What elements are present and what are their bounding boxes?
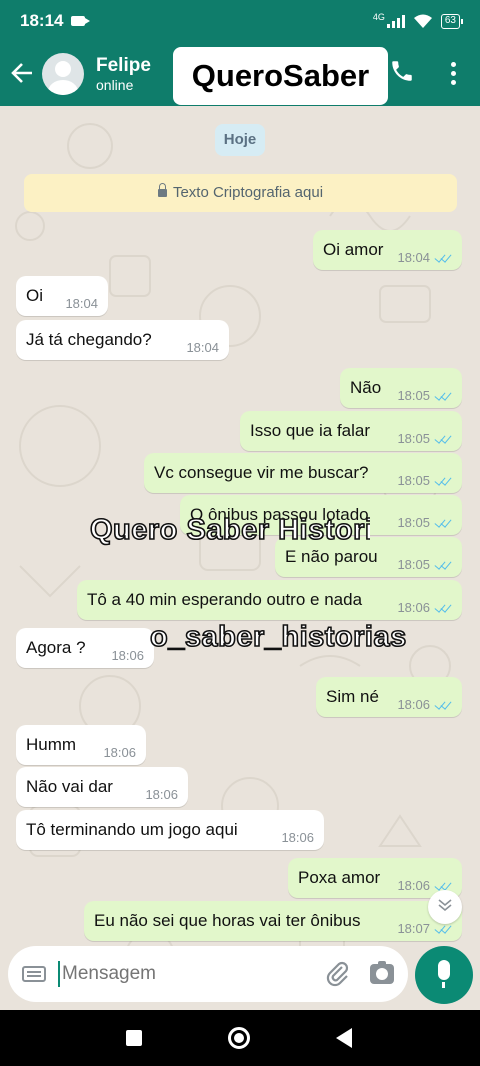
message-time: 18:04 [397,249,431,265]
more-vert-icon[interactable] [446,62,460,88]
message-text: Agora ? [26,638,86,657]
lock-icon [157,183,167,197]
message-text: Não [350,378,382,397]
read-ticks-icon [434,602,452,613]
message-bubble[interactable]: Oi amor 18:04 [313,230,462,270]
message-bubble[interactable]: Tô a 40 min esperando outro e nada 18:06 [77,580,462,620]
message-bubble[interactable]: Humm 18:06 [16,725,146,765]
message-bubble[interactable]: O ônibus passou lotado 18:05 [180,495,462,535]
contact-name: Felipe [96,55,151,76]
message-text: Oi [26,286,43,305]
message-bubble[interactable]: Já tá chegando? 18:04 [16,320,229,360]
message-text: Oi amor [323,240,384,259]
read-ticks-icon [434,475,452,486]
network-type: 4G [372,12,385,22]
message-text: Tô a 40 min esperando outro e nada [87,590,363,609]
message-bubble[interactable]: E não parou 18:05 [275,537,462,577]
read-ticks-icon [434,880,452,891]
message-bubble[interactable]: Vc consegue vir me buscar? 18:05 [144,453,462,493]
message-time: 18:06 [397,696,430,712]
message-time: 18:05 [397,387,430,403]
text-cursor [58,961,60,987]
message-bubble[interactable]: Oi 18:04 [16,276,108,316]
read-ticks-icon [434,699,452,710]
message-time: 18:06 [397,877,430,893]
message-time: 18:04 [65,295,98,311]
avatar[interactable] [42,53,84,95]
recent-apps-icon[interactable] [126,1030,142,1046]
message-text: Humm [26,735,77,754]
message-bubble[interactable]: Isso que ia falar 18:05 [240,411,462,451]
message-time: 18:05 [397,514,430,530]
message-text: Sim né [326,687,379,706]
message-bubble[interactable]: Sim né 18:06 [316,677,462,717]
keyboard-icon[interactable] [22,966,46,982]
message-time: 18:05 [397,556,430,572]
message-text: Eu não sei que horas vai ter ônibus [94,911,361,930]
camera-icon[interactable] [370,961,394,984]
phone-icon[interactable] [389,58,415,86]
read-ticks-icon [434,433,452,444]
read-ticks-icon [434,390,452,401]
message-bubble[interactable]: Tô terminando um jogo aqui 18:06 [16,810,324,850]
mic-icon [438,960,450,988]
message-bubble[interactable]: Agora ? 18:06 [16,628,154,668]
status-time: 18:14 [20,11,64,30]
message-text: Tô terminando um jogo aqui [26,820,238,839]
message-time: 18:06 [111,647,144,663]
message-composer [8,946,408,1002]
system-nav-bar [0,1010,480,1066]
message-time: 18:06 [103,744,136,760]
contact-status: online [96,77,134,93]
read-ticks-icon [434,923,452,934]
message-text: E não parou [285,547,378,566]
message-time: 18:06 [397,599,430,615]
signal-icon [386,14,405,28]
message-bubble[interactable]: Eu não sei que horas vai ter ônibus 18:0… [84,901,462,941]
message-text: Isso que ia falar [250,421,371,440]
message-text: Já tá chegando? [26,330,152,349]
back-arrow-icon[interactable] [2,59,42,90]
message-time: 18:07 [397,920,430,936]
message-bubble[interactable]: Não 18:05 [340,368,462,408]
nav-back-icon[interactable] [336,1028,352,1048]
chat-area[interactable]: Hoje Texto Criptografia aqui Oi amor 18:… [0,106,480,1010]
wifi-icon [413,14,432,28]
message-time: 18:06 [281,829,314,845]
message-time: 18:04 [186,339,219,355]
message-time: 18:05 [397,430,430,446]
battery-icon: 63 [440,13,464,29]
overlay-title: QueroSaber [173,47,388,105]
encryption-text: Texto Criptografia aqui [172,184,324,201]
read-ticks-icon [434,517,452,528]
message-time: 18:06 [145,786,178,802]
attach-icon[interactable] [326,961,349,987]
message-text: Vc consegue vir me buscar? [154,463,369,482]
read-ticks-icon [434,252,452,263]
date-chip: Hoje [215,124,265,156]
contact-info[interactable]: Felipe online [96,55,151,93]
message-bubble[interactable]: Não vai dar 18:06 [16,767,188,807]
double-chevron-down-icon[interactable] [428,890,462,924]
status-bar: 18:14 4G 63 [0,0,480,42]
message-input[interactable] [62,963,282,985]
battery-level: 63 [444,14,456,26]
message-text: Poxa amor [298,868,381,887]
home-icon[interactable] [228,1027,250,1049]
message-text: Não vai dar [26,777,113,796]
video-record-icon [71,16,91,26]
encryption-notice[interactable]: Texto Criptografia aqui [24,174,457,212]
message-time: 18:05 [397,472,430,488]
message-text: O ônibus passou lotado [190,505,369,524]
read-ticks-icon [434,559,452,570]
mic-button[interactable] [415,946,473,1004]
